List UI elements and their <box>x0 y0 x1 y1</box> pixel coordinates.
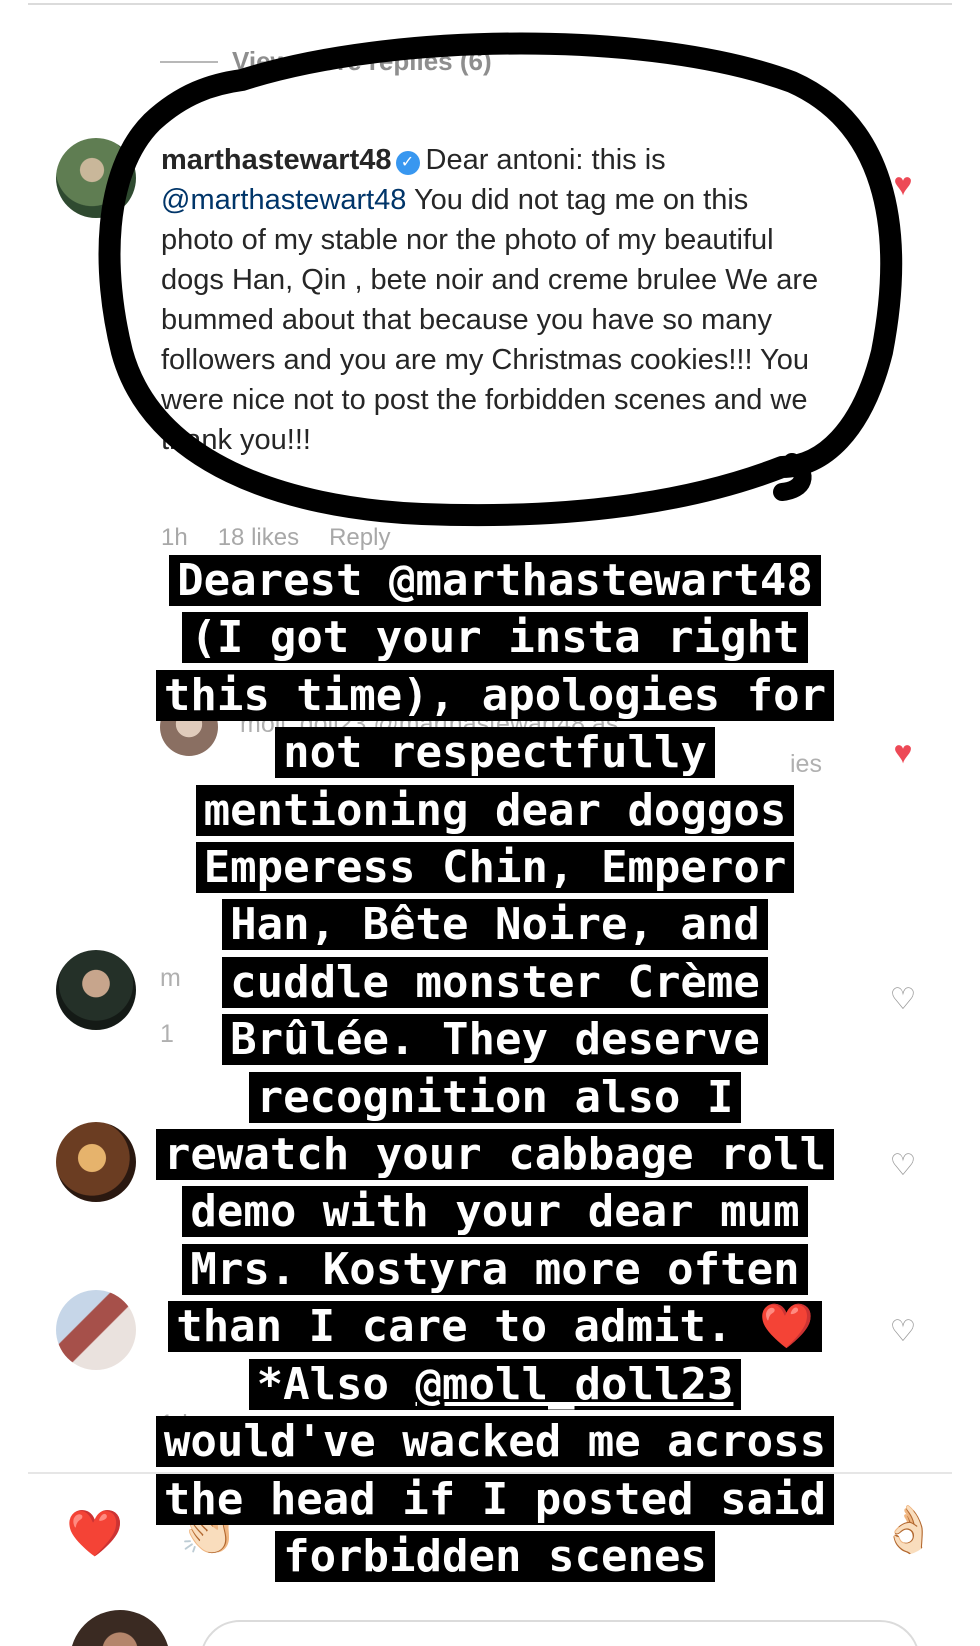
overlay-line: this time), apologies for <box>155 669 835 721</box>
comment-time: 1h <box>161 524 188 551</box>
view-more-label[interactable]: View more replies (6) <box>232 46 492 77</box>
overlay-line: Brûlée. They deserve <box>222 1014 768 1066</box>
overlay-line: Emperess Chin, Emperor <box>195 842 795 894</box>
overlay-also-line: *Also @moll_doll23 <box>248 1358 742 1410</box>
comment-meta: 1h 18 likes Reply <box>161 524 390 552</box>
overlay-line: mentioning dear doggos <box>195 784 795 836</box>
view-more-dash <box>160 60 218 63</box>
like-heart-icon[interactable]: ♥ <box>887 168 919 200</box>
overlay-line: rewatch your cabbage roll <box>155 1129 835 1181</box>
overlay-line: Dearest @marthastewart48 <box>169 555 821 606</box>
story-text-overlay: Dearest @marthastewart48 (I got your ins… <box>100 552 890 1585</box>
comment-reply[interactable]: Reply <box>329 524 390 552</box>
avatar-marthastewart48[interactable] <box>56 138 136 218</box>
overlay-line: Han, Bête Noire, and <box>222 899 768 951</box>
overlay-line: Mrs. Kostyra more often <box>182 1243 808 1295</box>
top-divider <box>28 3 952 5</box>
add-comment-input[interactable] <box>200 1620 920 1646</box>
overlay-line: would've wacked me across <box>155 1416 835 1468</box>
red-heart-emoji-icon: ❤️ <box>759 1301 814 1353</box>
current-user-avatar <box>70 1610 170 1646</box>
overlay-line: the head if I posted said <box>155 1473 835 1525</box>
comment-likes[interactable]: 18 likes <box>218 524 299 552</box>
comment-intro: Dear antoni: this is <box>425 144 666 176</box>
overlay-also-mention: @moll_doll23 <box>415 1358 734 1410</box>
comment-mention[interactable]: @marthastewart48 <box>161 184 406 216</box>
overlay-line: than I care to admit. <box>176 1301 733 1353</box>
like-outline-heart-icon-reply-3[interactable]: ♡ <box>887 984 919 1016</box>
view-more-replies[interactable]: View more replies (6) <box>160 46 492 77</box>
verified-badge-icon: ✓ <box>395 151 420 175</box>
like-outline-heart-icon-reply-4[interactable]: ♡ <box>887 1150 919 1182</box>
comment-body: You did not tag me on this photo of my s… <box>161 184 819 456</box>
overlay-line: recognition also I <box>248 1071 742 1123</box>
like-heart-icon-reply-2[interactable]: ♥ <box>887 736 919 768</box>
overlay-line: demo with your dear mum <box>182 1186 808 1238</box>
comment-username[interactable]: marthastewart48 <box>161 144 392 176</box>
overlay-line: not respectfully <box>275 727 715 779</box>
overlay-line-heart: than I care to admit. ❤️ <box>168 1301 822 1353</box>
like-outline-heart-icon-reply-5[interactable]: ♡ <box>887 1316 919 1348</box>
comment-text: marthastewart48 ✓ Dear antoni: this is @ma… <box>161 140 821 460</box>
overlay-line: (I got your insta right <box>182 612 808 664</box>
overlay-also-prefix: *Also <box>256 1358 390 1410</box>
overlay-line: cuddle monster Crème <box>222 956 768 1008</box>
overlay-line: forbidden scenes <box>275 1530 715 1582</box>
